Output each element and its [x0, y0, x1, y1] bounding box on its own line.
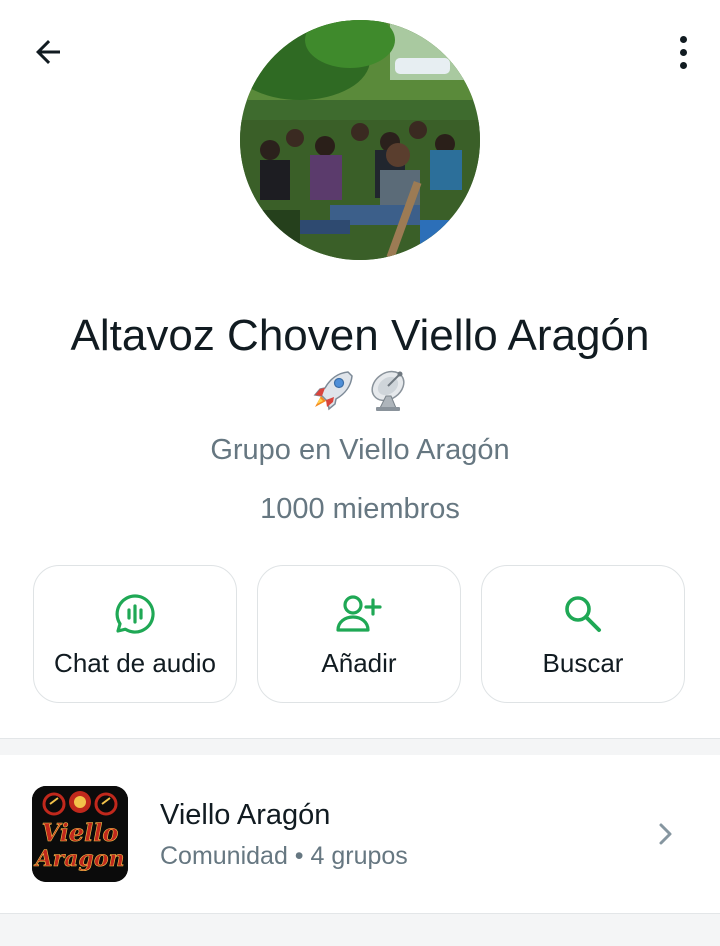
logo-text-line1: Viello: [42, 818, 119, 847]
audio-chat-button[interactable]: Chat de audio: [33, 565, 237, 703]
community-subtitle: Comunidad • 4 grupos: [160, 842, 408, 870]
community-logo: Viello Aragon: [32, 786, 128, 882]
add-person-icon: [336, 595, 382, 632]
rocket-emoji: [313, 371, 353, 411]
chevron-right-icon: [659, 823, 672, 845]
action-buttons: Chat de audio Añadir Buscar: [33, 565, 688, 705]
search-icon: [565, 596, 601, 632]
back-button[interactable]: [26, 30, 70, 74]
more-options-button[interactable]: [668, 30, 698, 74]
group-subtitle: Grupo en Viello Aragón: [210, 434, 510, 466]
community-row[interactable]: Viello Aragon Viello Aragón Comunidad • …: [0, 755, 720, 913]
audio-chat-icon: [115, 594, 155, 634]
more-vertical-dot: [679, 48, 687, 56]
search-button[interactable]: Buscar: [481, 565, 685, 703]
group-avatar[interactable]: [240, 20, 480, 260]
arrow-left-icon: [36, 40, 60, 64]
search-label: Buscar: [542, 648, 624, 678]
member-count[interactable]: 1000 miembros: [0, 493, 720, 526]
section-divider-bottom: [0, 913, 720, 946]
add-member-button[interactable]: Añadir: [257, 565, 461, 703]
section-divider: [0, 738, 720, 755]
add-member-label: Añadir: [321, 648, 397, 678]
logo-text-line2: Aragon: [34, 846, 125, 872]
audio-chat-label: Chat de audio: [54, 648, 216, 678]
more-vertical-dot: [679, 61, 687, 69]
viello-aragon-logo: Viello Aragon: [32, 786, 128, 882]
group-title-emoji: [0, 366, 720, 416]
satellite-dish-emoji: [371, 370, 405, 411]
community-name: Viello Aragón: [160, 799, 331, 831]
more-vertical-icon: [679, 35, 687, 43]
group-title: Altavoz Choven Viello Aragón: [70, 311, 650, 360]
group-photo: [240, 20, 480, 260]
